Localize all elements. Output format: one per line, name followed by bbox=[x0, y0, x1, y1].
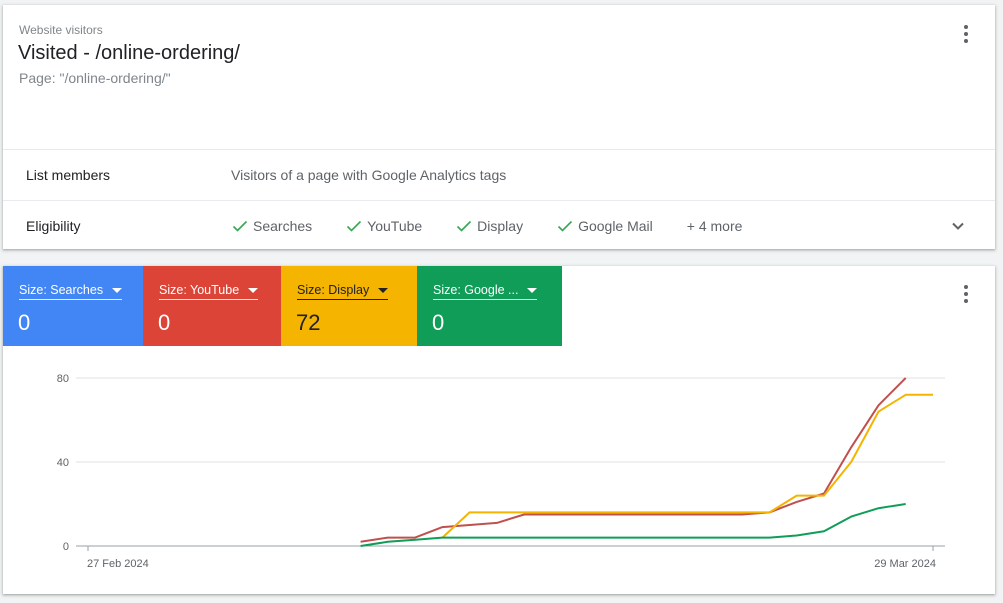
size-youtube-dropdown[interactable]: Size: YouTube bbox=[159, 283, 259, 300]
tile-size-display[interactable]: Size: Display 72 bbox=[281, 266, 417, 346]
audience-size-card: Size: Searches 0 Size: YouTube 0 Size: D… bbox=[3, 266, 995, 594]
tile-label: Size: Google ... bbox=[433, 283, 519, 297]
y-tick-label: 80 bbox=[57, 373, 69, 385]
list-members-row: List members Visitors of a page with Goo… bbox=[3, 149, 995, 199]
tile-value: 0 bbox=[158, 310, 171, 335]
series-line-0 bbox=[360, 377, 907, 543]
arrow-drop-down-icon bbox=[112, 287, 123, 293]
eligibility-item-label: YouTube bbox=[367, 217, 423, 234]
series-line-2 bbox=[360, 503, 906, 547]
eligibility-list: Searches YouTube Display Google Mail + 4… bbox=[232, 218, 742, 234]
tile-size-google-mail[interactable]: Size: Google ... 0 bbox=[417, 266, 562, 346]
eligibility-item-gmail: Google Mail bbox=[557, 218, 653, 234]
eligibility-item-label: Google Mail bbox=[578, 217, 653, 234]
tile-label: Size: Searches bbox=[19, 283, 104, 297]
arrow-drop-down-icon bbox=[527, 287, 538, 293]
tile-size-youtube[interactable]: Size: YouTube 0 bbox=[143, 266, 281, 346]
x-tick-label: 27 Feb 2024 bbox=[87, 558, 149, 570]
list-members-label: List members bbox=[26, 166, 111, 183]
check-icon bbox=[347, 220, 362, 232]
check-icon bbox=[558, 220, 573, 232]
more-vert-icon[interactable] bbox=[954, 282, 978, 306]
page-subtitle: Page: "/online-ordering/" bbox=[19, 70, 171, 86]
card-eyebrow: Website visitors bbox=[19, 23, 103, 37]
more-vert-icon[interactable] bbox=[954, 22, 978, 46]
arrow-drop-down-icon bbox=[378, 287, 389, 293]
tile-value: 0 bbox=[432, 310, 445, 335]
y-tick-label: 0 bbox=[63, 541, 69, 553]
chart-axis: 0 40 80 27 Feb 2024 29 Mar 2024 bbox=[57, 373, 945, 570]
audience-size-chart: 0 40 80 27 Feb 2024 29 Mar 2024 bbox=[57, 373, 945, 570]
x-tick-label: 29 Mar 2024 bbox=[874, 558, 936, 570]
check-icon bbox=[232, 220, 248, 232]
eligibility-item-searches: Searches bbox=[232, 218, 312, 234]
size-display-dropdown[interactable]: Size: Display bbox=[297, 283, 389, 300]
eligibility-item-youtube: YouTube bbox=[346, 218, 422, 234]
list-members-value: Visitors of a page with Google Analytics… bbox=[231, 166, 507, 183]
tile-label: Size: Display bbox=[297, 283, 370, 297]
audience-summary-card: Website visitors Visited - /online-order… bbox=[3, 5, 995, 249]
check-icon bbox=[457, 220, 472, 232]
eligibility-item-label: Searches bbox=[253, 217, 313, 234]
eligibility-item-display: Display bbox=[456, 218, 523, 234]
tile-value: 72 bbox=[296, 310, 321, 335]
tile-size-searches[interactable]: Size: Searches 0 bbox=[3, 266, 143, 346]
y-tick-label: 40 bbox=[57, 457, 69, 469]
eligibility-label: Eligibility bbox=[26, 217, 81, 234]
size-searches-dropdown[interactable]: Size: Searches bbox=[19, 283, 123, 300]
eligibility-more-link[interactable]: + 4 more bbox=[687, 218, 743, 234]
page-title: Visited - /online-ordering/ bbox=[18, 42, 240, 64]
eligibility-item-label: Display bbox=[477, 217, 524, 234]
tile-label: Size: YouTube bbox=[159, 283, 240, 297]
chart-grid bbox=[76, 377, 945, 463]
arrow-drop-down-icon bbox=[248, 287, 259, 293]
tile-value: 0 bbox=[18, 310, 31, 335]
chevron-down-icon[interactable] bbox=[949, 217, 967, 235]
size-google-mail-dropdown[interactable]: Size: Google ... bbox=[433, 283, 538, 300]
eligibility-row[interactable]: Eligibility Searches YouTube Display Goo… bbox=[3, 200, 995, 250]
